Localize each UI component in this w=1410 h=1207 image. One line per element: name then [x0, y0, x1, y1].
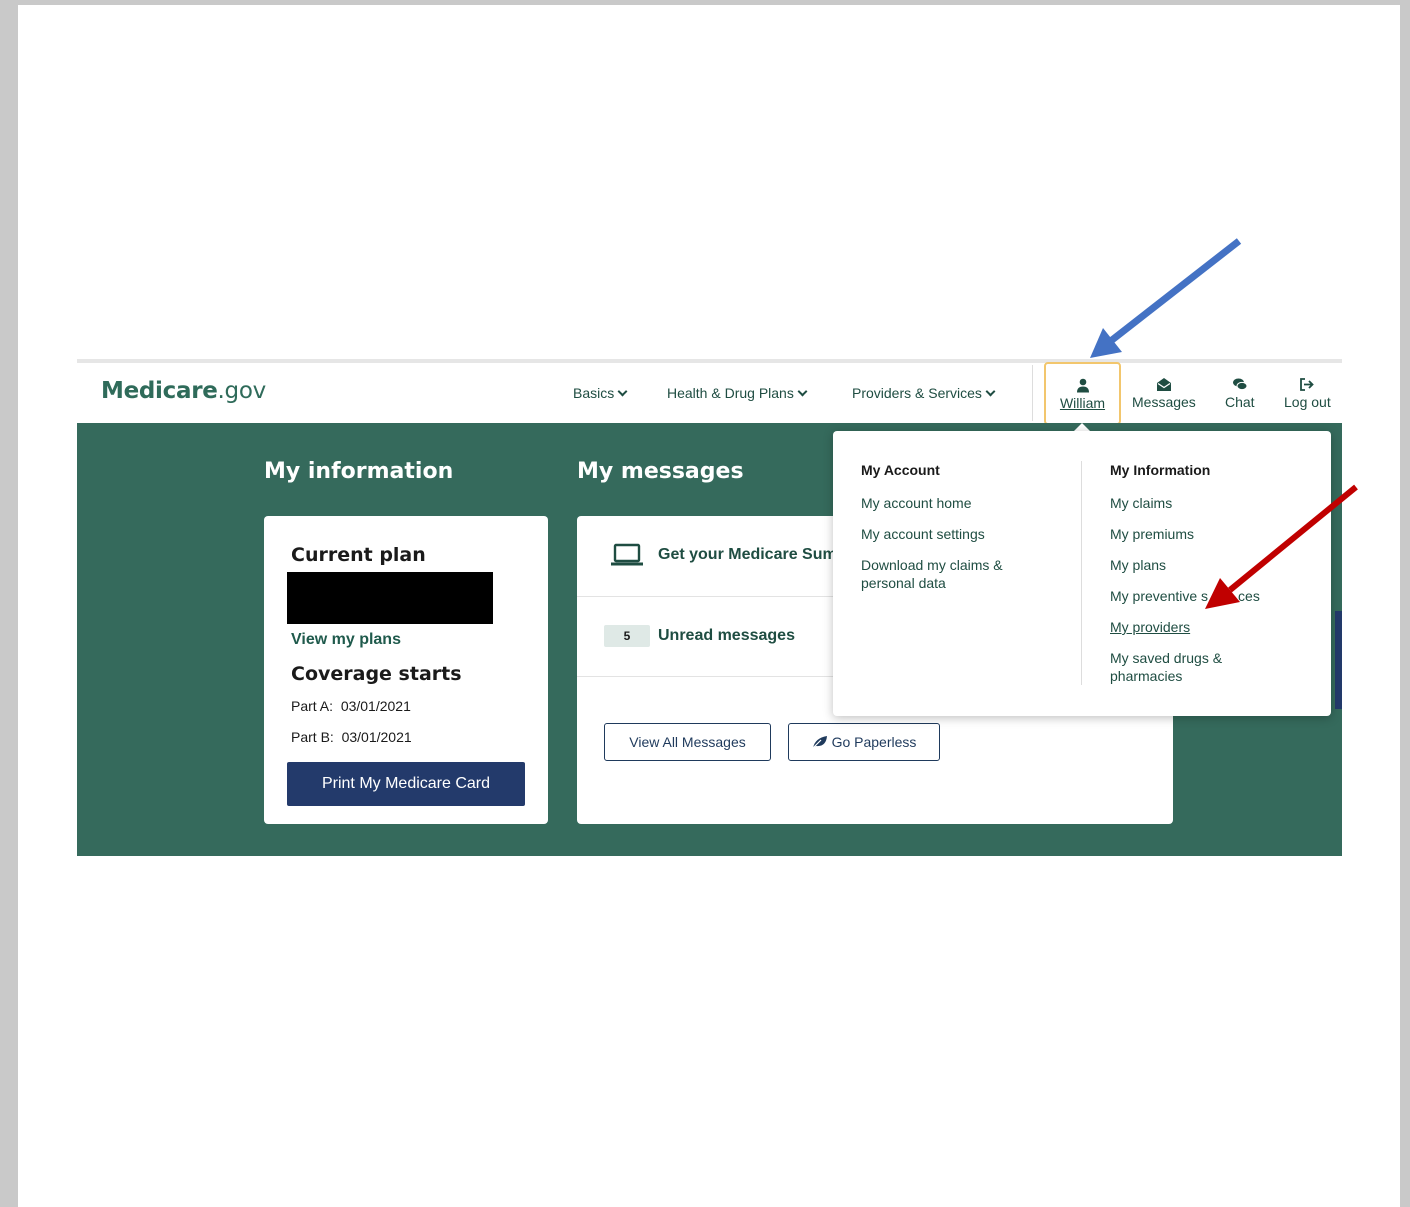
part-b-date: 03/01/2021 [341, 729, 412, 745]
current-plan-label: Current plan [291, 544, 426, 566]
nav-basics-label: Basics [573, 385, 615, 401]
part-b-label: Part B: [291, 729, 334, 745]
chevron-down-icon [617, 386, 628, 397]
chevron-down-icon [797, 386, 808, 397]
nav-health-drug-plans[interactable]: Health & Drug Plans [667, 385, 808, 401]
logout-button[interactable]: Log out [1284, 377, 1331, 410]
chat-label: Chat [1225, 394, 1255, 410]
nav-divider [1032, 365, 1033, 421]
laptop-icon [611, 543, 643, 572]
my-account-heading: My Account [861, 462, 940, 478]
download-claims-line2: personal data [861, 575, 946, 591]
logo-bold: Medicare [101, 378, 218, 404]
nav-basics[interactable]: Basics [573, 385, 628, 401]
background-button-edge [1335, 611, 1342, 709]
plan-card: Current plan View my plans Coverage star… [264, 516, 548, 824]
chevron-down-icon [985, 386, 996, 397]
my-saved-drugs-link[interactable]: My saved drugs & pharmacies [1110, 649, 1222, 685]
my-plans-link[interactable]: My plans [1110, 556, 1166, 574]
nav-providers-services[interactable]: Providers & Services [852, 385, 996, 401]
messages-button[interactable]: Messages [1132, 377, 1196, 410]
unread-count-badge: 5 [604, 625, 650, 647]
logout-label: Log out [1284, 394, 1331, 410]
sign-out-icon [1284, 377, 1331, 393]
preventive-part1: My preventive s [1110, 588, 1209, 604]
preventive-part2: ces [1238, 588, 1260, 604]
part-a-label: Part A: [291, 698, 334, 714]
medicare-summary-link[interactable]: Get your Medicare Sum [658, 546, 837, 564]
user-menu-button[interactable]: William [1044, 362, 1121, 425]
my-information-heading: My Information [1110, 462, 1211, 478]
print-medicare-card-button[interactable]: Print My Medicare Card [287, 762, 525, 806]
my-messages-title: My messages [577, 459, 744, 484]
part-a-date: 03/01/2021 [340, 698, 411, 714]
download-claims-link[interactable]: Download my claims & personal data [861, 556, 1003, 592]
medicare-screenshot: Medicare.gov Basics Health & Drug Plans … [77, 359, 1342, 856]
account-dropdown-menu: My Account My account home My account se… [833, 431, 1331, 716]
my-premiums-link[interactable]: My premiums [1110, 525, 1194, 543]
my-claims-link[interactable]: My claims [1110, 494, 1172, 512]
messages-label: Messages [1132, 394, 1196, 410]
chat-bubbles-icon [1225, 377, 1255, 393]
my-providers-link[interactable]: My providers [1110, 618, 1190, 636]
user-name: William [1059, 395, 1106, 411]
dropdown-divider [1081, 461, 1082, 685]
my-preventive-services-link[interactable]: My preventive s ces [1110, 587, 1310, 605]
go-paperless-label: Go Paperless [831, 734, 917, 750]
unread-messages-link[interactable]: Unread messages [658, 627, 795, 645]
part-a-line: Part A: 03/01/2021 [291, 698, 411, 714]
part-b-line: Part B: 03/01/2021 [291, 729, 412, 745]
logo-light: .gov [217, 378, 267, 404]
my-information-title: My information [264, 459, 454, 484]
my-account-settings-link[interactable]: My account settings [861, 525, 985, 543]
medicare-logo[interactable]: Medicare.gov [101, 378, 266, 404]
leaf-icon [812, 735, 828, 749]
go-paperless-button[interactable]: Go Paperless [788, 723, 940, 761]
nav-providers-label: Providers & Services [852, 385, 982, 401]
download-claims-line1: Download my claims & [861, 557, 1003, 573]
nav-health-label: Health & Drug Plans [667, 385, 794, 401]
chat-button[interactable]: Chat [1225, 377, 1255, 410]
saved-drugs-line1: My saved drugs & [1110, 650, 1223, 666]
my-account-home-link[interactable]: My account home [861, 494, 972, 512]
saved-drugs-line2: pharmacies [1110, 668, 1183, 684]
top-border [77, 359, 1342, 363]
redacted-plan-name [287, 572, 493, 624]
view-all-messages-button[interactable]: View All Messages [604, 723, 771, 761]
envelope-icon [1132, 377, 1196, 393]
person-icon [1046, 378, 1119, 394]
coverage-starts-label: Coverage starts [291, 663, 462, 685]
view-my-plans-link[interactable]: View my plans [291, 631, 401, 649]
